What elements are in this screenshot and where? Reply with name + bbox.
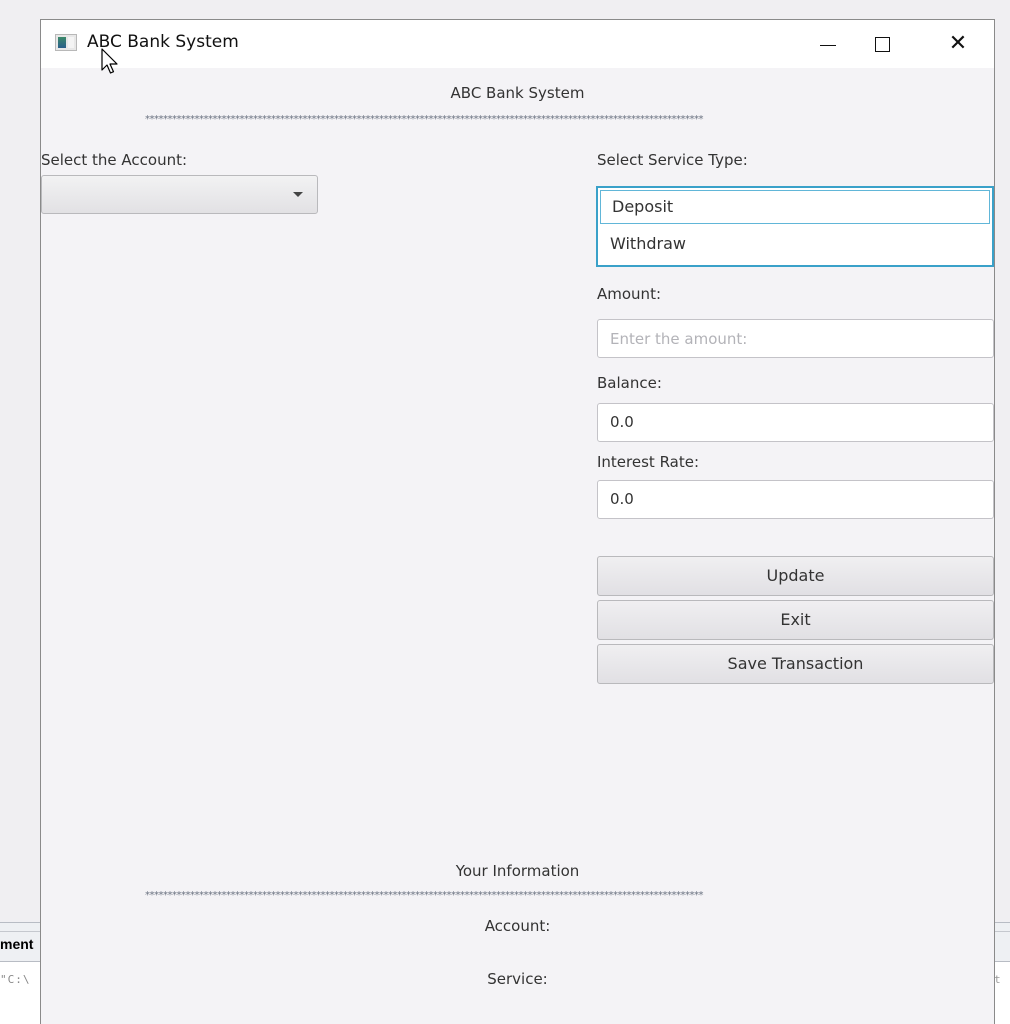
minimize-button[interactable]: [805, 20, 851, 68]
amount-input[interactable]: [597, 319, 994, 358]
minimize-icon: [820, 44, 836, 46]
info-service-label: Service:: [487, 970, 548, 988]
exit-button[interactable]: Exit: [597, 600, 994, 640]
amount-label: Amount:: [597, 285, 661, 303]
chevron-down-icon: [293, 192, 303, 197]
mouse-cursor-icon: [101, 48, 118, 74]
account-combobox[interactable]: [41, 175, 318, 214]
interest-rate-field[interactable]: 0.0: [597, 480, 994, 519]
service-type-list[interactable]: Deposit Withdraw: [596, 186, 994, 267]
info-separator: ****************************************…: [145, 891, 704, 901]
page-title: ABC Bank System: [450, 84, 585, 102]
info-account-label: Account:: [484, 917, 551, 935]
close-button[interactable]: ✕: [935, 20, 981, 68]
save-transaction-button[interactable]: Save Transaction: [597, 644, 994, 684]
update-button[interactable]: Update: [597, 556, 994, 596]
maximize-icon: [874, 36, 890, 52]
title-bar[interactable]: ABC Bank System ✕: [41, 20, 994, 68]
background-panel-label: ment: [0, 936, 34, 952]
account-label: Select the Account:: [41, 151, 188, 169]
java-app-icon: [55, 34, 77, 51]
balance-field[interactable]: 0.0: [597, 403, 994, 442]
bank-system-window: ABC Bank System ✕ ABC Bank System ******…: [40, 19, 995, 1024]
background-console-text: "C:\: [0, 973, 31, 986]
service-type-label: Select Service Type:: [597, 151, 748, 169]
balance-label: Balance:: [597, 374, 662, 392]
header-separator: ****************************************…: [145, 115, 704, 125]
window-content: ABC Bank System ************************…: [41, 68, 994, 1024]
interest-rate-label: Interest Rate:: [597, 453, 700, 471]
maximize-button[interactable]: [859, 20, 905, 68]
close-icon: ✕: [948, 31, 968, 56]
service-option-withdraw[interactable]: Withdraw: [598, 228, 992, 264]
info-section-title: Your Information: [455, 862, 580, 880]
service-option-deposit[interactable]: Deposit: [600, 190, 990, 224]
